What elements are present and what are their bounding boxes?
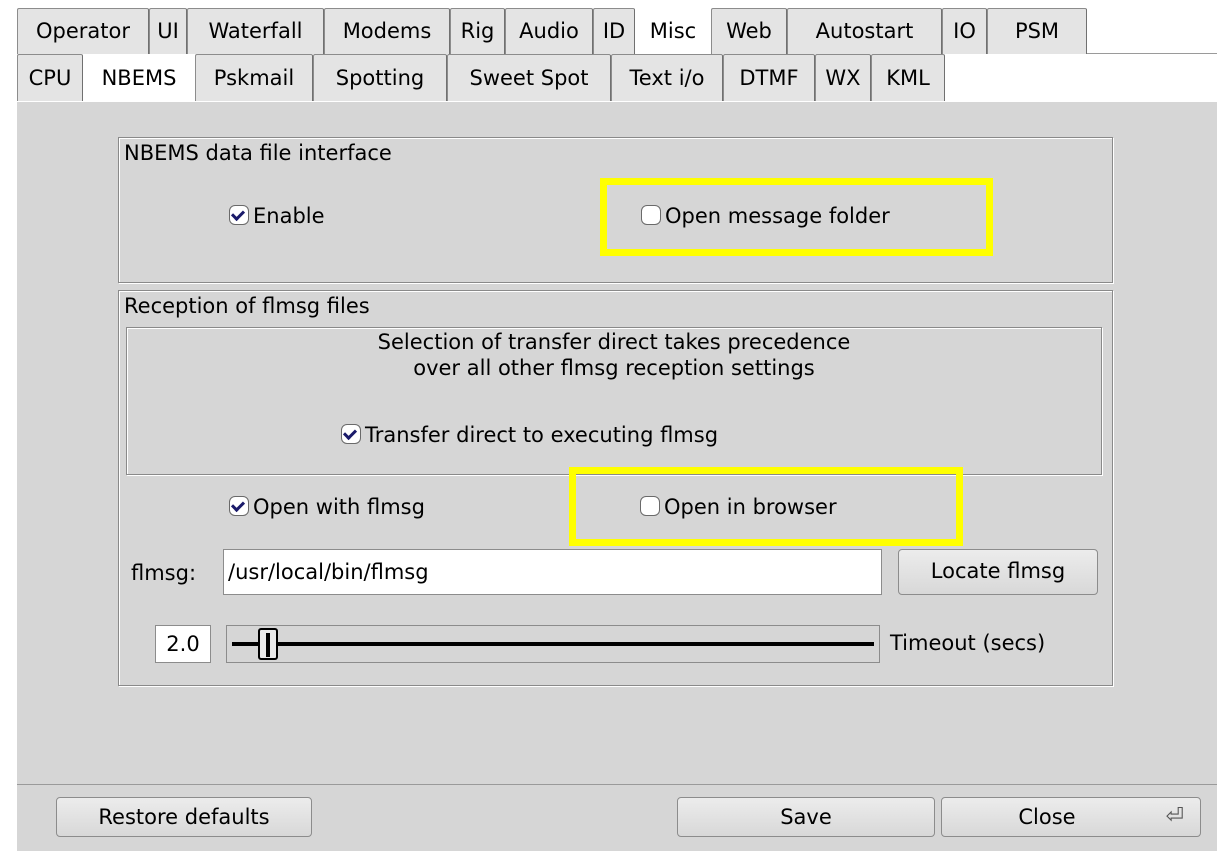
tab-nbems[interactable]: NBEMS — [83, 54, 195, 101]
tab-rig[interactable]: Rig — [450, 8, 505, 54]
tab-dtmf[interactable]: DTMF — [723, 54, 815, 101]
locate-flmsg-button[interactable]: Locate flmsg — [898, 549, 1098, 595]
save-button[interactable]: Save — [677, 797, 935, 837]
slider-thumb[interactable] — [258, 628, 278, 660]
tab-sweet-spot[interactable]: Sweet Spot — [447, 54, 611, 101]
tab-spotting[interactable]: Spotting — [313, 54, 447, 101]
open-in-browser-checkbox[interactable]: Open in browser — [640, 493, 837, 521]
tab-web[interactable]: Web — [711, 8, 787, 54]
open-with-flmsg-label: Open with flmsg — [253, 495, 425, 519]
return-icon: ⏎ — [1165, 804, 1184, 829]
close-label: Close — [1018, 805, 1076, 829]
tab-cpu[interactable]: CPU — [17, 54, 83, 101]
tab-operator[interactable]: Operator — [17, 8, 149, 54]
open-message-folder-label: Open message folder — [665, 204, 890, 228]
open-in-browser-label: Open in browser — [664, 495, 837, 519]
transfer-direct-label: Transfer direct to executing flmsg — [365, 423, 719, 447]
tab-id[interactable]: ID — [593, 8, 635, 54]
enable-checkbox[interactable]: Enable — [229, 202, 325, 230]
nbems-group-title: NBEMS data file interface — [124, 141, 392, 165]
tab-autostart[interactable]: Autostart — [787, 8, 942, 54]
transfer-direct-checkbox[interactable]: Transfer direct to executing flmsg — [341, 421, 718, 449]
open-message-folder-checkbox[interactable]: Open message folder — [641, 202, 890, 230]
tab-io[interactable]: IO — [942, 8, 987, 54]
main-tab-bar: Operator UI Waterfall Modems Rig Audio I… — [17, 8, 1217, 54]
slider-track — [232, 642, 874, 646]
notice-line-1: Selection of transfer direct takes prece… — [377, 330, 851, 354]
tab-psm[interactable]: PSM — [987, 8, 1087, 54]
open-with-flmsg-checkbox[interactable]: Open with flmsg — [229, 493, 425, 521]
tab-pskmail[interactable]: Pskmail — [195, 54, 313, 101]
restore-defaults-button[interactable]: Restore defaults — [56, 797, 312, 837]
tab-audio[interactable]: Audio — [505, 8, 593, 54]
flmsg-path-label: flmsg: — [131, 561, 197, 585]
notice-line-2: over all other flmsg reception settings — [413, 356, 815, 380]
tab-kml[interactable]: KML — [871, 54, 945, 101]
timeout-label: Timeout (secs) — [890, 631, 1046, 655]
tab-misc[interactable]: Misc — [635, 8, 711, 54]
misc-sub-tab-bar: CPU NBEMS Pskmail Spotting Sweet Spot Te… — [17, 54, 1217, 102]
enable-label: Enable — [253, 204, 325, 228]
flmsg-path-input[interactable]: /usr/local/bin/flmsg — [223, 549, 882, 595]
tab-text-io[interactable]: Text i/o — [611, 54, 723, 101]
checkbox-unchecked-icon — [641, 205, 661, 225]
timeout-value[interactable]: 2.0 — [155, 625, 211, 663]
tab-wx[interactable]: WX — [815, 54, 871, 101]
reception-group-title: Reception of flmsg files — [124, 294, 370, 318]
checkbox-checked-icon — [229, 205, 249, 225]
tab-waterfall[interactable]: Waterfall — [187, 8, 324, 54]
checkbox-checked-icon — [341, 424, 361, 444]
checkbox-checked-icon — [229, 496, 249, 516]
close-button[interactable]: Close ⏎ — [941, 797, 1201, 837]
tab-modems[interactable]: Modems — [324, 8, 450, 54]
checkbox-unchecked-icon — [640, 496, 660, 516]
tab-ui[interactable]: UI — [149, 8, 187, 54]
